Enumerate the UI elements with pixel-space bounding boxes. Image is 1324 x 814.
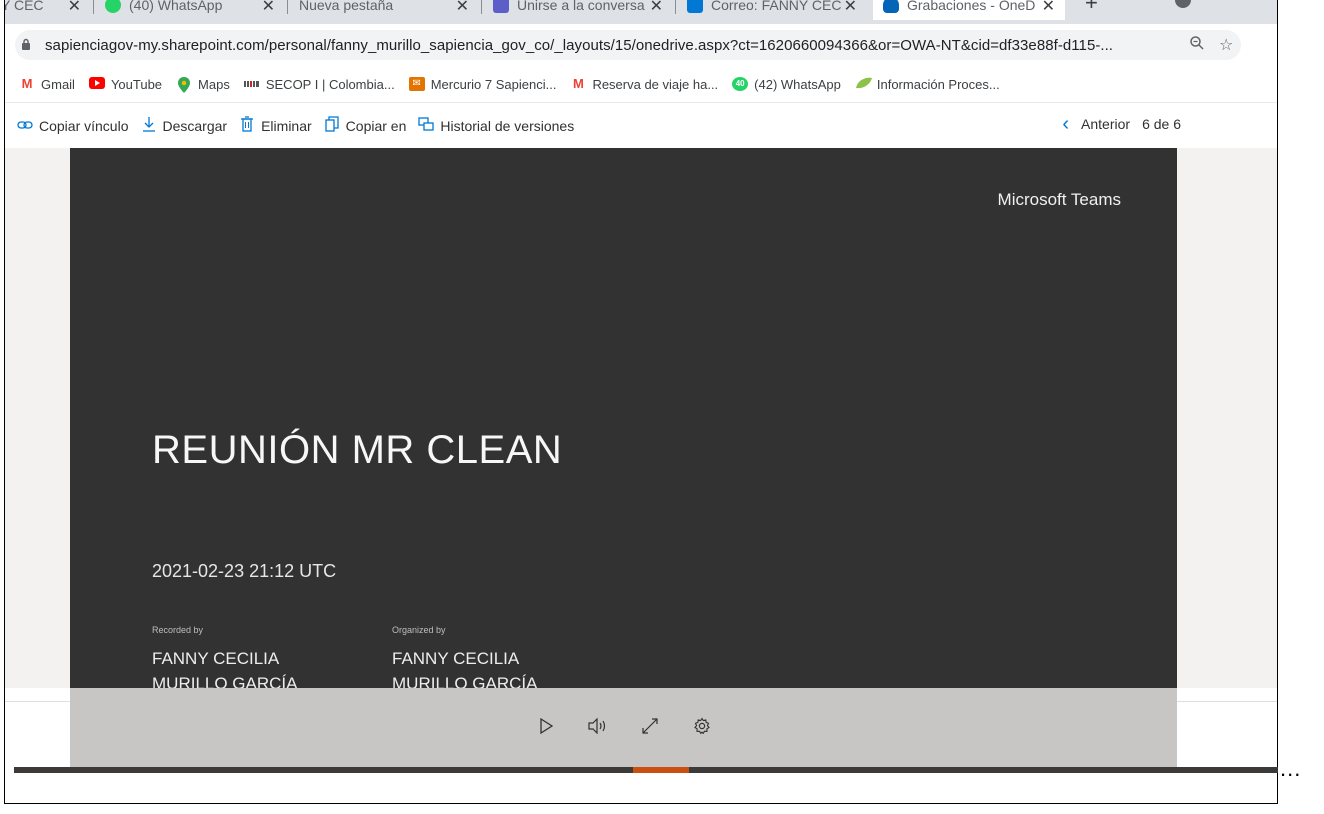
- tab-onedrive[interactable]: Grabaciones - OneD ✕: [873, 0, 1065, 20]
- tab-teams[interactable]: Unirse a la conversa ✕: [483, 0, 673, 20]
- tab-3-label: Nueva pestaña: [299, 0, 394, 13]
- bookmark-label: Reserva de viaje ha...: [592, 76, 719, 92]
- organized-by-name-line-1: FANNY CECILIA: [392, 649, 520, 668]
- organized-by-label: Organized by: [392, 625, 446, 635]
- video-title: REUNIÓN MR CLEAN: [152, 428, 563, 472]
- version-history-button[interactable]: Historial de versiones: [418, 117, 574, 135]
- secop-icon: [243, 77, 260, 91]
- tab-2-label: (40) WhatsApp: [129, 0, 223, 13]
- bookmark-gmail[interactable]: M Gmail: [19, 77, 75, 92]
- tab-strip: Y CEC ✕ (40) WhatsApp ✕ Nueva pestaña ✕ …: [5, 0, 1277, 24]
- copy-to-label: Copiar en: [345, 118, 407, 134]
- profile-icon[interactable]: [1175, 0, 1191, 8]
- bookmark-informacion[interactable]: Información Proces...: [855, 77, 1000, 92]
- tab-outlook[interactable]: Correo: FANNY CEC ✕: [677, 0, 867, 20]
- video-brand: Microsoft Teams: [997, 190, 1121, 209]
- fullscreen-icon[interactable]: [639, 717, 661, 740]
- tab-new[interactable]: Nueva pestaña ✕: [289, 0, 479, 20]
- bookmark-label: (42) WhatsApp: [754, 76, 841, 92]
- tab-4-label: Unirse a la conversa: [517, 0, 645, 13]
- volume-icon[interactable]: [587, 717, 609, 739]
- tab-6-label: Grabaciones - OneD: [907, 0, 1036, 13]
- overflow-ellipsis: ...: [1280, 756, 1302, 781]
- youtube-icon: [88, 77, 105, 91]
- outlook-icon: [687, 0, 703, 13]
- video-player[interactable]: Microsoft Teams REUNIÓN MR CLEAN 2021-02…: [70, 148, 1177, 693]
- player-controls: [70, 688, 1177, 768]
- bookmark-label: Mercurio 7 Sapienci...: [430, 76, 557, 92]
- onedrive-icon: [883, 0, 899, 13]
- tab-1[interactable]: Y CEC ✕: [5, 0, 91, 20]
- lock-icon[interactable]: [21, 38, 35, 53]
- bookmark-label: Maps: [198, 76, 230, 92]
- copy-link-label: Copiar vínculo: [39, 118, 129, 134]
- tab-whatsapp[interactable]: (40) WhatsApp ✕: [95, 0, 285, 20]
- url-text[interactable]: sapienciagov-my.sharepoint.com/personal/…: [45, 37, 1175, 54]
- viewer-stage: Microsoft Teams REUNIÓN MR CLEAN 2021-02…: [5, 148, 1277, 693]
- omnibox[interactable]: sapienciagov-my.sharepoint.com/personal/…: [15, 30, 1241, 60]
- delete-label: Eliminar: [261, 118, 312, 134]
- gmail-icon: M: [573, 76, 584, 91]
- maps-icon: [176, 77, 192, 93]
- close-icon[interactable]: ✕: [262, 0, 275, 16]
- command-bar: Copiar vínculo Descargar Eliminar Copiar…: [5, 104, 1277, 148]
- whatsapp-icon: [105, 0, 121, 13]
- close-icon[interactable]: ✕: [68, 0, 81, 16]
- address-toolbar: sapienciagov-my.sharepoint.com/personal/…: [5, 24, 1277, 66]
- progress-thumb[interactable]: [633, 767, 689, 773]
- download-label: Descargar: [162, 118, 228, 134]
- close-icon[interactable]: ✕: [844, 0, 857, 16]
- mercurio-icon: ✉: [408, 77, 425, 91]
- bookmark-mercurio[interactable]: ✉ Mercurio 7 Sapienci...: [408, 76, 557, 92]
- gmail-icon: M: [21, 76, 33, 91]
- recorded-by-name-line-1: FANNY CECILIA: [152, 649, 280, 668]
- tab-1-label: Y CEC: [5, 0, 44, 13]
- copy-icon: [324, 116, 340, 136]
- bookmarks-bar: M Gmail YouTube Maps SECOP I | Colombia.…: [5, 66, 1277, 103]
- video-datetime: 2021-02-23 21:12 UTC: [152, 561, 337, 581]
- version-history-icon: [418, 117, 435, 135]
- leaf-icon: [855, 77, 872, 91]
- chevron-left-icon[interactable]: ‹: [1062, 114, 1069, 134]
- settings-gear-icon[interactable]: [691, 716, 713, 740]
- browser-window: Y CEC ✕ (40) WhatsApp ✕ Nueva pestaña ✕ …: [4, 0, 1278, 804]
- bookmark-maps[interactable]: Maps: [176, 76, 230, 93]
- close-icon[interactable]: ✕: [650, 0, 663, 16]
- bookmark-secop[interactable]: SECOP I | Colombia...: [243, 76, 395, 92]
- teams-icon: [493, 0, 509, 13]
- bookmark-reserva[interactable]: M Reserva de viaje ha...: [570, 77, 718, 92]
- tab-5-label: Correo: FANNY CEC: [711, 0, 842, 13]
- bookmark-youtube[interactable]: YouTube: [88, 76, 163, 92]
- bookmark-label: SECOP I | Colombia...: [265, 76, 395, 92]
- version-history-label: Historial de versiones: [440, 118, 575, 134]
- bookmark-label: YouTube: [110, 76, 163, 92]
- delete-button[interactable]: Eliminar: [239, 116, 312, 136]
- play-icon[interactable]: [535, 717, 557, 739]
- whatsapp-icon: 40: [732, 77, 749, 91]
- bookmark-label: Información Proces...: [876, 76, 1000, 92]
- zoom-icon[interactable]: [1189, 35, 1205, 56]
- bookmark-label: Gmail: [41, 76, 75, 92]
- close-icon[interactable]: ✕: [456, 0, 469, 16]
- copy-to-button[interactable]: Copiar en: [324, 116, 407, 136]
- link-icon: [17, 118, 33, 135]
- download-button[interactable]: Descargar: [141, 116, 228, 136]
- bookmark-whatsapp[interactable]: 40 (42) WhatsApp: [732, 77, 841, 92]
- copy-link-button[interactable]: Copiar vínculo: [17, 118, 129, 135]
- download-icon: [141, 116, 157, 136]
- previous-button[interactable]: Anterior: [1081, 116, 1130, 132]
- trash-icon: [239, 116, 255, 136]
- new-tab-button[interactable]: +: [1085, 0, 1098, 16]
- close-icon[interactable]: ✕: [1042, 0, 1055, 16]
- file-navigation: ‹ Anterior 6 de 6: [1062, 114, 1181, 134]
- file-counter: 6 de 6: [1142, 116, 1181, 132]
- recorded-by-label: Recorded by: [152, 625, 204, 635]
- video-progress-bar[interactable]: [14, 767, 1278, 773]
- bookmark-star-icon[interactable]: ☆: [1219, 35, 1233, 55]
